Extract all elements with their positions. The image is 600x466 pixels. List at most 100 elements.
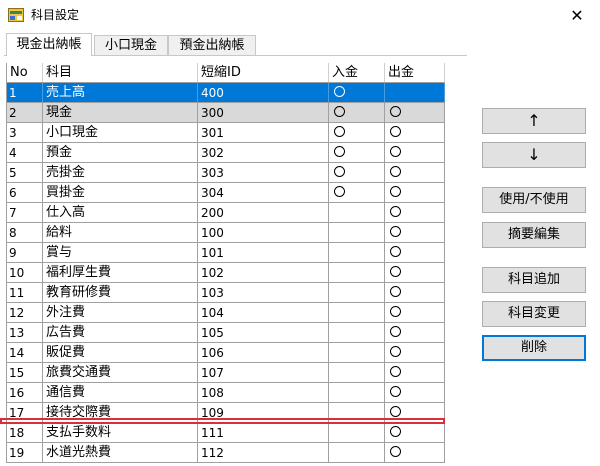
row-number[interactable]: 8 (7, 223, 43, 243)
short-id[interactable]: 301 (198, 123, 329, 143)
account-name[interactable]: 賞与 (43, 243, 198, 263)
deposit-mark[interactable] (329, 303, 385, 323)
short-id[interactable]: 104 (198, 303, 329, 323)
account-name[interactable]: 販促費 (43, 343, 198, 363)
row-number[interactable]: 12 (7, 303, 43, 323)
table-row[interactable]: 11 教育研修費 103 (7, 283, 468, 303)
account-name[interactable]: 給料 (43, 223, 198, 243)
withdrawal-mark[interactable] (385, 203, 445, 223)
table-row[interactable]: 9 賞与 101 (7, 243, 468, 263)
withdrawal-mark[interactable] (385, 143, 445, 163)
withdrawal-mark[interactable] (385, 163, 445, 183)
short-id[interactable]: 103 (198, 283, 329, 303)
table-row[interactable]: 4 預金 302 (7, 143, 468, 163)
deposit-mark[interactable] (329, 383, 385, 403)
withdrawal-mark[interactable] (385, 303, 445, 323)
short-id[interactable]: 302 (198, 143, 329, 163)
deposit-mark[interactable] (329, 143, 385, 163)
deposit-mark[interactable] (329, 203, 385, 223)
short-id[interactable]: 106 (198, 343, 329, 363)
deposit-mark[interactable] (329, 163, 385, 183)
deposit-mark[interactable] (329, 223, 385, 243)
row-number[interactable]: 4 (7, 143, 43, 163)
change-account-button[interactable]: 科目変更 (482, 301, 586, 327)
table-row[interactable]: 2 現金 300 (7, 103, 468, 123)
close-icon[interactable]: ✕ (554, 0, 600, 30)
account-name[interactable]: 仕入高 (43, 203, 198, 223)
deposit-mark[interactable] (329, 423, 385, 443)
row-number[interactable]: 19 (7, 443, 43, 463)
short-id[interactable]: 107 (198, 363, 329, 383)
account-name[interactable]: 福利厚生費 (43, 263, 198, 283)
withdrawal-mark[interactable] (385, 423, 445, 443)
table-row[interactable]: 1 売上高 400 (7, 83, 468, 103)
account-name[interactable]: 売上高 (43, 83, 198, 103)
deposit-mark[interactable] (329, 363, 385, 383)
short-id[interactable]: 200 (198, 203, 329, 223)
account-name[interactable]: 通信費 (43, 383, 198, 403)
tab-petty-cash[interactable]: 小口現金 (94, 35, 168, 55)
short-id[interactable]: 400 (198, 83, 329, 103)
account-name[interactable]: 外注費 (43, 303, 198, 323)
header-short-id[interactable]: 短縮ID (198, 63, 329, 82)
table-row[interactable]: 15 旅費交通費 107 (7, 363, 468, 383)
withdrawal-mark[interactable] (385, 263, 445, 283)
withdrawal-mark[interactable] (385, 363, 445, 383)
add-account-button[interactable]: 科目追加 (482, 267, 586, 293)
table-row[interactable]: 13 広告費 105 (7, 323, 468, 343)
row-number[interactable]: 3 (7, 123, 43, 143)
account-name[interactable]: 預金 (43, 143, 198, 163)
table-row[interactable]: 10 福利厚生費 102 (7, 263, 468, 283)
header-deposit[interactable]: 入金 (329, 63, 385, 82)
table-row[interactable]: 3 小口現金 301 (7, 123, 468, 143)
deposit-mark[interactable] (329, 343, 385, 363)
deposit-mark[interactable] (329, 243, 385, 263)
table-row[interactable]: 7 仕入高 200 (7, 203, 468, 223)
move-down-button[interactable]: ↓ (482, 142, 586, 168)
table-row[interactable]: 16 通信費 108 (7, 383, 468, 403)
account-name[interactable]: 小口現金 (43, 123, 198, 143)
account-name[interactable]: 支払手数料 (43, 423, 198, 443)
withdrawal-mark[interactable] (385, 383, 445, 403)
tab-deposit-book[interactable]: 預金出納帳 (168, 35, 256, 55)
table-row[interactable]: 19 水道光熱費 112 (7, 443, 468, 463)
table-row[interactable]: 12 外注費 104 (7, 303, 468, 323)
table-row[interactable]: 14 販促費 106 (7, 343, 468, 363)
row-number[interactable]: 13 (7, 323, 43, 343)
header-no[interactable]: No (7, 63, 43, 82)
deposit-mark[interactable] (329, 123, 385, 143)
deposit-mark[interactable] (329, 263, 385, 283)
short-id[interactable]: 100 (198, 223, 329, 243)
row-number[interactable]: 7 (7, 203, 43, 223)
row-number[interactable]: 10 (7, 263, 43, 283)
table-row[interactable]: 5 売掛金 303 (7, 163, 468, 183)
row-number[interactable]: 11 (7, 283, 43, 303)
short-id[interactable]: 303 (198, 163, 329, 183)
short-id[interactable]: 304 (198, 183, 329, 203)
tab-cash-book[interactable]: 現金出納帳 (6, 33, 92, 56)
account-name[interactable]: 広告費 (43, 323, 198, 343)
row-number[interactable]: 2 (7, 103, 43, 123)
withdrawal-mark[interactable] (385, 103, 445, 123)
account-name[interactable]: 水道光熱費 (43, 443, 198, 463)
account-grid[interactable]: No 科目 短縮ID 入金 出金 1 売上高 400 2 現金 300 3 小口現金 301 4 預… (6, 63, 468, 463)
account-name[interactable]: 旅費交通費 (43, 363, 198, 383)
row-number[interactable]: 16 (7, 383, 43, 403)
move-up-button[interactable]: ↑ (482, 108, 586, 134)
header-withdrawal[interactable]: 出金 (385, 63, 445, 82)
deposit-mark[interactable] (329, 443, 385, 463)
deposit-mark[interactable] (329, 323, 385, 343)
table-row[interactable]: 8 給料 100 (7, 223, 468, 243)
delete-button[interactable]: 削除 (482, 335, 586, 361)
row-number[interactable]: 18 (7, 423, 43, 443)
row-number[interactable]: 14 (7, 343, 43, 363)
short-id[interactable]: 101 (198, 243, 329, 263)
toggle-use-button[interactable]: 使用/不使用 (482, 187, 586, 213)
account-name[interactable]: 教育研修費 (43, 283, 198, 303)
short-id[interactable]: 112 (198, 443, 329, 463)
withdrawal-mark[interactable] (385, 443, 445, 463)
withdrawal-mark[interactable] (385, 183, 445, 203)
withdrawal-mark[interactable] (385, 243, 445, 263)
withdrawal-mark[interactable] (385, 283, 445, 303)
deposit-mark[interactable] (329, 103, 385, 123)
